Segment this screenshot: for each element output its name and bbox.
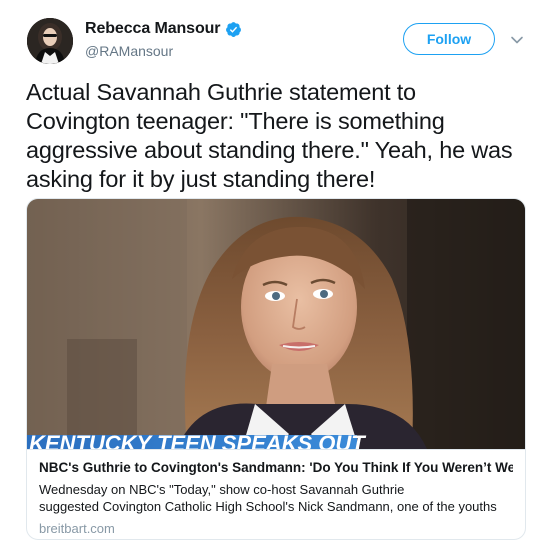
- author-name-row[interactable]: Rebecca Mansour: [85, 20, 242, 38]
- tweet-text: Actual Savannah Guthrie statement to Cov…: [26, 79, 513, 192]
- chyron-text: KENTUCKY TEEN SPEAKS OUT: [29, 431, 366, 449]
- author-display-name[interactable]: Rebecca Mansour: [85, 20, 221, 38]
- verified-badge-icon: [225, 21, 242, 38]
- card-description-line-1: Wednesday on NBC's "Today," show co-host…: [39, 482, 405, 497]
- card-title[interactable]: NBC's Guthrie to Covington's Sandmann: '…: [39, 459, 513, 477]
- follow-button[interactable]: Follow: [403, 23, 495, 55]
- tweet: Rebecca Mansour @RAMansour Follow Actual…: [0, 0, 547, 559]
- avatar-image: [27, 18, 73, 64]
- card-domain[interactable]: breitbart.com: [39, 521, 513, 536]
- link-card[interactable]: KENTUCKY TEEN SPEAKS OUT NBC's Guthrie t…: [26, 198, 526, 540]
- card-description: Wednesday on NBC's "Today," show co-host…: [39, 481, 513, 515]
- chevron-down-icon[interactable]: [510, 33, 524, 47]
- avatar[interactable]: [27, 18, 73, 64]
- card-image[interactable]: KENTUCKY TEEN SPEAKS OUT: [27, 199, 525, 449]
- card-photo: KENTUCKY TEEN SPEAKS OUT: [27, 199, 525, 449]
- card-description-line-2: suggested Covington Catholic High School…: [39, 499, 497, 514]
- author-handle[interactable]: @RAMansour: [85, 43, 173, 59]
- card-body[interactable]: NBC's Guthrie to Covington's Sandmann: '…: [27, 449, 525, 539]
